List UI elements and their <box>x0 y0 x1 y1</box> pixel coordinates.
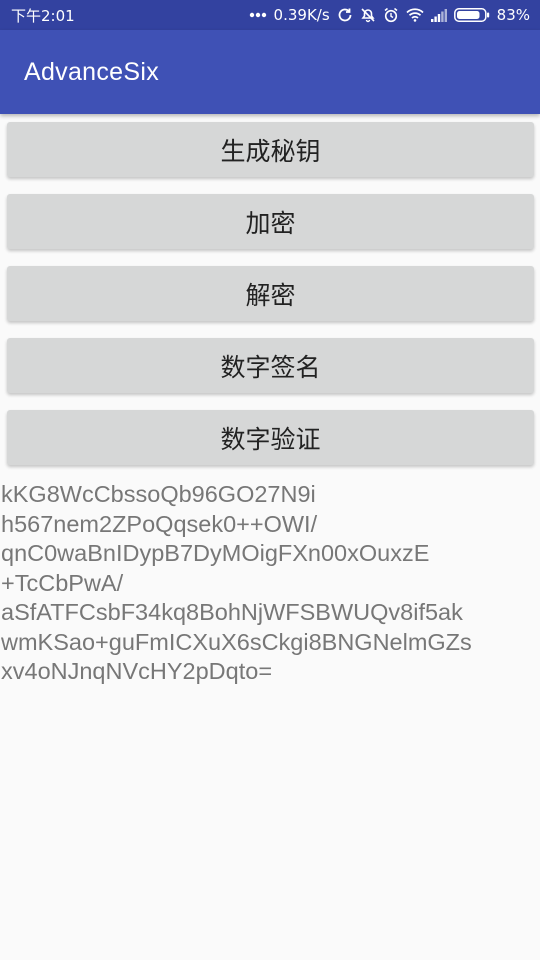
digital-verify-button[interactable]: 数字验证 <box>7 410 534 465</box>
output-line: aSfATFCsbF34kq8BohNjWFSBWUQv8if5ak <box>1 599 463 625</box>
decrypt-button[interactable]: 解密 <box>7 266 534 321</box>
output-line: h567nem2ZPoQqsek0++OWI/ <box>1 510 318 537</box>
network-speed: 0.39K/s <box>273 6 330 24</box>
output-line: +TcCbPwA/ <box>1 569 124 596</box>
status-bar: 下午2:01 0.39K/s 83% <box>0 0 540 30</box>
status-time: 下午2:01 <box>11 6 75 25</box>
wifi-icon <box>406 8 424 22</box>
generate-key-button[interactable]: 生成秘钥 <box>7 122 534 177</box>
output-line: kKG8WcCbssoQb96GO27N9i <box>1 481 316 507</box>
output-text: kKG8WcCbssoQb96GO27N9i h567nem2ZPoQqsek0… <box>1 480 537 687</box>
battery-percent: 83% <box>496 6 530 24</box>
app-title: AdvanceSix <box>24 57 160 86</box>
app-bar: AdvanceSix <box>0 30 540 114</box>
button-list: 生成秘钥 加密 解密 数字签名 数字验证 <box>7 122 534 482</box>
more-dots-icon <box>249 12 267 18</box>
output-line: wmKSao+guFmICXuX6sCkgi8BNGNelmGZs <box>1 628 472 655</box>
digital-sign-button[interactable]: 数字签名 <box>7 338 534 393</box>
encrypt-button[interactable]: 加密 <box>7 194 534 249</box>
silent-icon <box>360 7 376 23</box>
alarm-icon <box>383 7 399 23</box>
signal-icon <box>430 8 447 22</box>
sync-icon <box>337 7 353 23</box>
output-line: xv4oNJnqNVcHY2pDqto= <box>1 658 273 684</box>
output-line: qnC0waBnIDypB7DyMOigFXn00xOuxzE <box>1 540 430 566</box>
battery-icon <box>453 8 490 22</box>
